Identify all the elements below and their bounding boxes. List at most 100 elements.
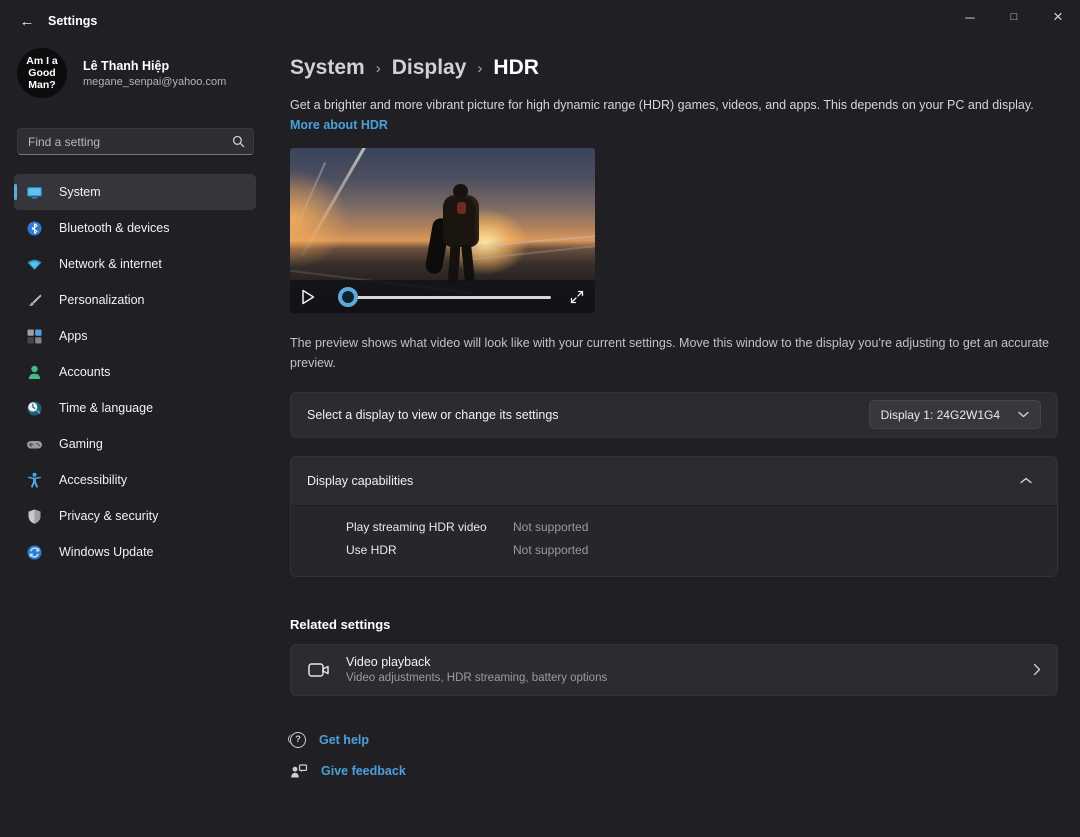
sidebar-item-privacy[interactable]: Privacy & security: [14, 498, 256, 534]
give-feedback-link[interactable]: Give feedback: [290, 763, 1058, 779]
titlebar: ← Settings ─ □ ×: [0, 0, 1080, 44]
sidebar-item-personalization[interactable]: Personalization: [14, 282, 256, 318]
avatar-text-line: Man?: [28, 79, 55, 91]
sidebar-item-system[interactable]: System: [14, 174, 256, 210]
play-button[interactable]: [300, 288, 316, 306]
breadcrumb: System › Display › HDR: [290, 56, 1058, 80]
sidebar-item-label: System: [59, 185, 101, 199]
sidebar-item-time-language[interactable]: Time & language: [14, 390, 256, 426]
play-icon: [300, 288, 316, 306]
search-input[interactable]: [28, 135, 232, 149]
display-dropdown[interactable]: Display 1: 24G2W1G4: [869, 400, 1041, 429]
minimize-button[interactable]: ─: [948, 0, 992, 34]
windows-update-icon: [26, 544, 43, 561]
preview-note: The preview shows what video will look l…: [290, 334, 1058, 373]
slider-thumb[interactable]: [338, 287, 358, 307]
maximize-button[interactable]: □: [992, 0, 1036, 34]
capability-value: Not supported: [513, 520, 588, 534]
chevron-down-icon: [1018, 411, 1029, 418]
chevron-up-icon: [1020, 477, 1032, 484]
select-display-label: Select a display to view or change its s…: [307, 408, 559, 422]
app-title: Settings: [48, 14, 97, 28]
chevron-right-icon: [1033, 663, 1041, 676]
sidebar-item-label: Apps: [59, 329, 88, 343]
sidebar-item-bluetooth[interactable]: Bluetooth & devices: [14, 210, 256, 246]
video-playback-title: Video playback: [346, 655, 607, 669]
get-help-label: Get help: [319, 733, 369, 747]
personalization-icon: [26, 292, 43, 309]
related-settings-title: Related settings: [290, 617, 1058, 632]
fullscreen-icon: [569, 289, 585, 305]
video-playback-subtitle: Video adjustments, HDR streaming, batter…: [346, 672, 607, 684]
system-icon: [26, 184, 43, 201]
close-icon: ×: [1053, 7, 1063, 27]
user-name: Lê Thanh Hiệp: [83, 59, 226, 73]
fullscreen-button[interactable]: [569, 289, 585, 305]
page-title: HDR: [493, 56, 539, 80]
video-playback-icon: [307, 660, 331, 680]
window-controls: ─ □ ×: [948, 0, 1080, 34]
sidebar-item-label: Accounts: [59, 365, 110, 379]
breadcrumb-separator: ›: [477, 60, 482, 77]
user-profile[interactable]: Am I a Good Man? Lê Thanh Hiệp megane_se…: [17, 48, 226, 98]
get-help-link[interactable]: ? Get help: [290, 732, 1058, 748]
select-display-row: Select a display to view or change its s…: [290, 392, 1058, 438]
search-icon: [232, 135, 245, 148]
breadcrumb-separator: ›: [376, 60, 381, 77]
sidebar-item-label: Personalization: [59, 293, 144, 307]
apps-icon: [26, 328, 43, 345]
main-content: System › Display › HDR Get a brighter an…: [270, 44, 1080, 837]
sidebar-item-label: Gaming: [59, 437, 103, 451]
sidebar-item-label: Privacy & security: [59, 509, 158, 523]
video-controls-bar: [290, 280, 595, 313]
avatar-text-line: Good: [28, 67, 55, 79]
minimize-icon: ─: [965, 10, 974, 25]
accessibility-icon: [26, 472, 43, 489]
sidebar-item-windows-update[interactable]: Windows Update: [14, 534, 256, 570]
sidebar-item-label: Accessibility: [59, 473, 127, 487]
page-description: Get a brighter and more vibrant picture …: [290, 96, 1058, 114]
sidebar-nav: System Bluetooth & devices Network & int…: [14, 174, 256, 570]
maximize-icon: □: [1011, 11, 1018, 23]
sidebar-item-label: Time & language: [59, 401, 153, 415]
footer-links: ? Get help Give feedback: [290, 732, 1058, 779]
sidebar-item-apps[interactable]: Apps: [14, 318, 256, 354]
gaming-icon: [26, 436, 43, 453]
network-icon: [26, 256, 43, 273]
bluetooth-icon: [26, 220, 43, 237]
sidebar-item-accounts[interactable]: Accounts: [14, 354, 256, 390]
breadcrumb-system[interactable]: System: [290, 56, 365, 80]
close-button[interactable]: ×: [1036, 0, 1080, 34]
collapse-button[interactable]: [1011, 467, 1041, 495]
give-feedback-label: Give feedback: [321, 764, 406, 778]
capability-row: Play streaming HDR video Not supported: [291, 516, 1057, 539]
display-capabilities-header[interactable]: Display capabilities: [291, 457, 1057, 505]
sidebar-item-network[interactable]: Network & internet: [14, 246, 256, 282]
display-capabilities-title: Display capabilities: [307, 474, 413, 488]
preview-railing: [301, 148, 368, 256]
display-dropdown-value: Display 1: 24G2W1G4: [881, 408, 1000, 422]
sidebar: Am I a Good Man? Lê Thanh Hiệp megane_se…: [0, 44, 270, 837]
privacy-security-icon: [26, 508, 43, 525]
video-playback-card[interactable]: Video playback Video adjustments, HDR st…: [290, 644, 1058, 696]
more-about-hdr-link[interactable]: More about HDR: [290, 118, 388, 132]
get-help-icon: ?: [290, 732, 306, 748]
time-language-icon: [26, 400, 43, 417]
sidebar-item-label: Bluetooth & devices: [59, 221, 170, 235]
capability-label: Use HDR: [346, 543, 513, 557]
slider-track: [338, 296, 551, 299]
hdr-video-preview: [290, 148, 595, 313]
breadcrumb-display[interactable]: Display: [392, 56, 467, 80]
user-email: megane_senpai@yahoo.com: [83, 76, 226, 88]
sidebar-item-accessibility[interactable]: Accessibility: [14, 462, 256, 498]
back-icon: ←: [20, 13, 35, 30]
display-capabilities-body: Play streaming HDR video Not supported U…: [291, 505, 1057, 576]
video-seek-slider[interactable]: [338, 287, 551, 307]
avatar: Am I a Good Man?: [17, 48, 67, 98]
capability-value: Not supported: [513, 543, 588, 557]
search-box[interactable]: [17, 128, 254, 155]
display-capabilities-card: Display capabilities Play streaming HDR …: [290, 456, 1058, 577]
back-button[interactable]: ←: [10, 6, 44, 36]
capability-label: Play streaming HDR video: [346, 520, 513, 534]
sidebar-item-gaming[interactable]: Gaming: [14, 426, 256, 462]
